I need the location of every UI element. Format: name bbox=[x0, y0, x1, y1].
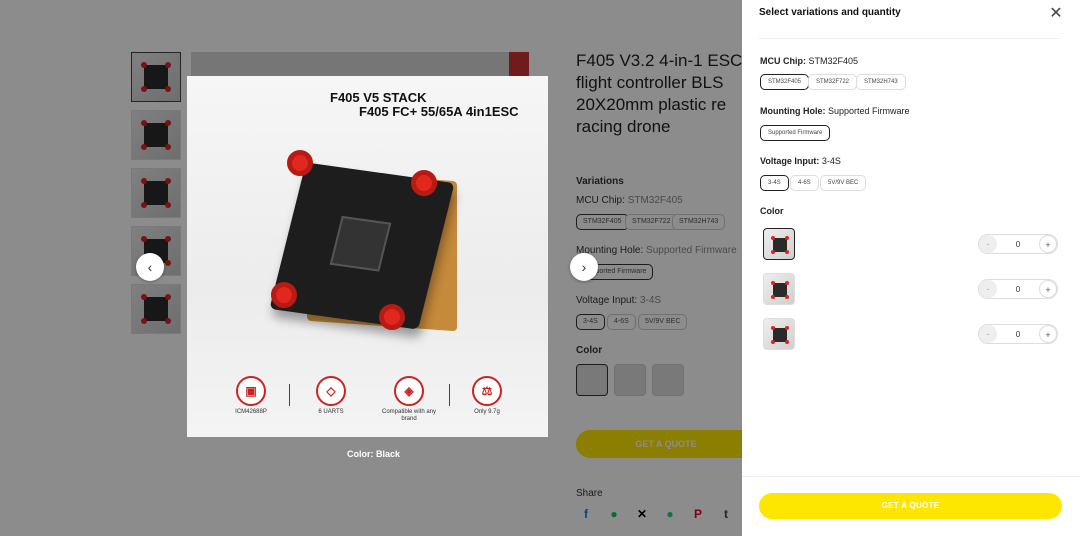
quantity-value[interactable]: 0 bbox=[1016, 285, 1020, 294]
feature-item: ▣ ICM42688P bbox=[221, 376, 281, 416]
mcu-option[interactable]: STM32F405 bbox=[760, 74, 810, 90]
divider bbox=[759, 38, 1061, 39]
close-icon[interactable]: ✕ bbox=[1048, 6, 1064, 22]
voltage-option[interactable]: 4-6S bbox=[790, 175, 819, 191]
mcu-chip-graphic bbox=[329, 215, 392, 272]
mcu-option[interactable]: STM32F722 bbox=[808, 74, 858, 90]
image-title: F405 V5 STACK bbox=[330, 90, 427, 105]
panel-heading: Select variations and quantity bbox=[759, 7, 901, 18]
color-swatch[interactable] bbox=[763, 273, 795, 305]
increment-button[interactable]: + bbox=[1038, 280, 1057, 298]
image-subtitle: F405 FC+ 55/65A 4in1ESC bbox=[359, 104, 519, 119]
layers-icon: ◈ bbox=[394, 376, 424, 406]
feature-row: ▣ ICM42688P ◇ 6 UARTS ◈ Compatible with … bbox=[221, 376, 521, 426]
voltage-option[interactable]: 3-4S bbox=[760, 175, 789, 191]
decrement-button[interactable]: - bbox=[979, 235, 997, 253]
voltage-label: Voltage Input: 3-4S bbox=[760, 156, 841, 166]
color-swatch[interactable] bbox=[763, 228, 795, 260]
color-swatch[interactable] bbox=[763, 318, 795, 350]
mount-post bbox=[287, 150, 313, 176]
cube-icon: ◇ bbox=[316, 376, 346, 406]
increment-button[interactable]: + bbox=[1038, 325, 1057, 343]
quantity-stepper: - 0 + bbox=[978, 324, 1058, 344]
increment-button[interactable]: + bbox=[1038, 235, 1057, 253]
quantity-value[interactable]: 0 bbox=[1016, 240, 1020, 249]
mounting-label: Mounting Hole: Supported Firmware bbox=[760, 106, 910, 116]
imu-icon: ▣ bbox=[236, 376, 266, 406]
color-caption: Color: Black bbox=[347, 449, 401, 459]
lightbox-image: F405 V5 STACK F405 FC+ 55/65A 4in1ESC ▣ … bbox=[187, 76, 548, 437]
color-label: Color bbox=[760, 206, 784, 216]
feature-item: ⚖ Only 9.7g bbox=[457, 376, 517, 416]
prev-image-button[interactable]: ‹ bbox=[136, 253, 164, 281]
mcu-label: MCU Chip: STM32F405 bbox=[760, 56, 859, 66]
voltage-option[interactable]: 5V/9V BEC bbox=[820, 175, 867, 191]
weight-icon: ⚖ bbox=[472, 376, 502, 406]
get-quote-button[interactable]: GET A QUOTE bbox=[759, 493, 1062, 519]
decrement-button[interactable]: - bbox=[979, 280, 997, 298]
quantity-stepper: - 0 + bbox=[978, 234, 1058, 254]
variations-panel: Select variations and quantity ✕ MCU Chi… bbox=[742, 0, 1080, 536]
decrement-button[interactable]: - bbox=[979, 325, 997, 343]
mount-post bbox=[271, 282, 297, 308]
mount-post bbox=[411, 170, 437, 196]
quantity-value[interactable]: 0 bbox=[1016, 330, 1020, 339]
mcu-option[interactable]: STM32H743 bbox=[856, 74, 906, 90]
divider bbox=[742, 476, 1080, 477]
mount-post bbox=[379, 304, 405, 330]
feature-item: ◇ 6 UARTS bbox=[301, 376, 361, 416]
mounting-option[interactable]: Supported Firmware bbox=[760, 125, 831, 141]
feature-item: ◈ Compatible with any brand bbox=[379, 376, 439, 423]
next-image-button[interactable]: › bbox=[570, 253, 598, 281]
quantity-stepper: - 0 + bbox=[978, 279, 1058, 299]
